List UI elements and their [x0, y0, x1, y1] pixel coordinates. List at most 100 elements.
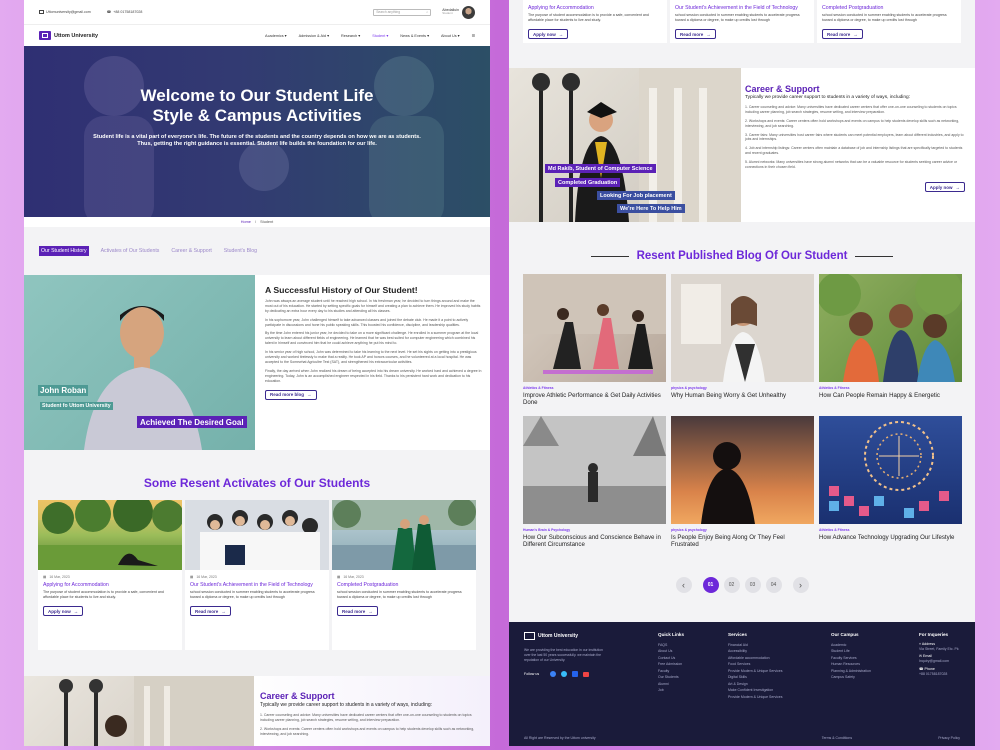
card-title: Applying for Accommodation: [43, 582, 109, 588]
terms-link[interactable]: Terms & Conditions: [822, 736, 852, 740]
history-paragraph: Finally, the day arrived when John reali…: [265, 368, 482, 383]
blog-post-title[interactable]: Why Human Being Worry & Get Unhealthy: [671, 392, 814, 399]
tab-career[interactable]: Career & Support: [171, 248, 211, 254]
blog-card[interactable]: Athletics & Fitness How Advance Technolo…: [819, 416, 962, 556]
divider-line: [855, 255, 894, 257]
email-value[interactable]: Inquiry@gmail.com: [919, 658, 971, 664]
read-more-blog-button[interactable]: Read more blog →: [265, 389, 317, 400]
blog-category: Human's Brain & Psychology: [523, 528, 571, 532]
activity-card[interactable]: ▦ 16 Mar, 2023 Our Student's Achievement …: [185, 500, 329, 650]
career-label-name: Md Rakib, Student of Computer Science: [545, 164, 656, 173]
pagination-next[interactable]: ›: [792, 577, 809, 593]
breadcrumb-home[interactable]: Home: [241, 220, 251, 224]
apply-now-button[interactable]: Apply now →: [43, 606, 84, 617]
history-title: A Successful History of Our Student!: [265, 285, 418, 295]
nav-item-student[interactable]: Student ▾: [372, 33, 388, 38]
campus-lamp-photo: [24, 676, 254, 746]
blog-card[interactable]: Human's Brain & Psychology How Our Subco…: [523, 416, 666, 556]
main-nav: Uttom University Academics ▾ Admission &…: [24, 24, 490, 46]
search-icon: ⌕: [426, 10, 429, 14]
park-reading-photo: [38, 500, 182, 570]
card-title: Our Student's Achievement in the Field o…: [190, 582, 313, 588]
privacy-link[interactable]: Privacy Policy: [938, 736, 960, 740]
activity-card[interactable]: ▦ 16 Mar, 2023 Applying for Accommodation…: [38, 500, 182, 650]
blog-card[interactable]: physics & psychology Why Human Being Wor…: [671, 274, 814, 406]
footer-heading: For Inqueries: [919, 632, 949, 637]
activity-card[interactable]: Our Student's Achievement in the Field o…: [670, 0, 814, 43]
phone-value[interactable]: +88 01758187028: [919, 671, 971, 677]
activity-card[interactable]: Applying for Accommodation The purpose o…: [523, 0, 667, 43]
john-roban-photo: John Roban Student fo Uttom University A…: [24, 275, 255, 450]
avatar[interactable]: [462, 5, 475, 19]
blog-post-title[interactable]: Is People Enjoy Being Along Or They Feel…: [671, 534, 814, 549]
page-button[interactable]: 02: [723, 577, 740, 593]
brand-name[interactable]: Uttom University: [54, 33, 98, 39]
mail-icon: [39, 10, 44, 14]
card-date: ▦ 16 Mar, 2023: [43, 575, 70, 579]
read-more-button[interactable]: Read more →: [190, 606, 231, 617]
blog-post-title[interactable]: How Advance Technology Upgrading Our Lif…: [819, 534, 962, 541]
left-page-panel: Uttomuniversity@gmail.com ☎ +88 01758187…: [24, 0, 490, 746]
footer-link[interactable]: Provide Modern & Unique Services: [728, 694, 818, 700]
university-logo-icon: [524, 632, 535, 640]
blog-card[interactable]: Athletics & Fitness How Can People Remai…: [819, 274, 962, 406]
career-apply-button[interactable]: Apply now →: [924, 182, 965, 193]
tab-student-history[interactable]: Our Student History: [39, 246, 89, 256]
blog-card[interactable]: physics & psychology Is People Enjoy Bei…: [671, 416, 814, 556]
facebook-icon[interactable]: [550, 671, 557, 678]
history-paragraph: John was always an average student until…: [265, 299, 481, 313]
arrow-right-icon: →: [368, 608, 373, 614]
arrow-right-icon: →: [955, 184, 961, 190]
page-button[interactable]: 03: [744, 577, 761, 593]
phone-icon: ☎: [106, 10, 112, 14]
read-more-button[interactable]: Read more →: [675, 29, 716, 40]
nav-item-academics[interactable]: Academics ▾: [265, 33, 287, 38]
tab-activities[interactable]: Activates of Our Students: [101, 248, 160, 254]
history-section: John Roban Student fo Uttom University A…: [24, 275, 490, 450]
nav-item-admission[interactable]: Admission & Aid ▾: [299, 33, 329, 38]
top-phone[interactable]: +88 01758187028: [113, 10, 142, 14]
read-more-button[interactable]: Read more →: [822, 29, 863, 40]
search-input[interactable]: Search anything ⌕: [373, 8, 432, 16]
nav-item-about[interactable]: About Us ▾: [441, 33, 460, 38]
blog-category: Athletics & Fitness: [819, 528, 850, 532]
arrow-right-icon: →: [853, 31, 858, 37]
activity-card[interactable]: ▦ 16 Mar, 2023 Completed Postgraduation s…: [332, 500, 476, 650]
blog-post-title[interactable]: How Can People Remain Happy & Energetic: [819, 392, 962, 399]
top-email[interactable]: Uttomuniversity@gmail.com: [46, 10, 91, 14]
calendar-icon: ▦: [190, 575, 194, 579]
read-more-button[interactable]: Read more →: [337, 606, 378, 617]
right-page-panel: Applying for Accommodation The purpose o…: [509, 0, 975, 746]
history-paragraph: In his senior year of high school, John …: [265, 350, 477, 364]
card-title: Our Student's Achievement in the Field o…: [675, 5, 798, 11]
twitter-icon[interactable]: [561, 671, 568, 678]
apply-now-button[interactable]: Apply now →: [528, 29, 569, 40]
student-role-label: Student fo Uttom University: [40, 402, 113, 410]
page-button-active[interactable]: 01: [702, 577, 719, 593]
tabs-bar: Our Student History Activates of Our Stu…: [24, 227, 490, 275]
career-label-graduation: Completed Graduation: [555, 178, 621, 187]
blog-section: Resent Published Blog Of Our Student Ath…: [509, 222, 975, 622]
nav-item-research[interactable]: Research ▾: [341, 33, 360, 38]
linkedin-icon[interactable]: [572, 671, 579, 678]
footer-link[interactable]: Job: [658, 687, 718, 693]
footer-link[interactable]: Campus Safety: [831, 674, 901, 680]
blog-post-title[interactable]: How Our Subconscious and Conscience Beha…: [523, 534, 666, 549]
blog-card[interactable]: Athletics & Fitness Improve Athletic Per…: [523, 274, 666, 406]
activities-section: Some Resent Activates of Our Students ▦ 1…: [24, 450, 490, 676]
nav-item-news[interactable]: News & Events ▾: [400, 33, 429, 38]
footer-brand[interactable]: Uttom University: [538, 633, 578, 639]
user-info: Abedalluin Student: [442, 8, 459, 16]
career-item-left: 2. Workshops and events: Career centers …: [260, 726, 475, 736]
tab-blog[interactable]: Student's Blog: [224, 248, 257, 254]
blog-post-title[interactable]: Improve Athletic Performance & Get Daily…: [523, 392, 666, 407]
career-section-left: Career & Support Typically we provide ca…: [24, 676, 490, 746]
career-item: 1. Career counseling and advice: Many un…: [745, 105, 957, 114]
youtube-icon[interactable]: [583, 671, 590, 677]
activity-card[interactable]: Completed Postgraduation school session …: [817, 0, 961, 43]
pagination-prev[interactable]: ‹: [675, 577, 692, 593]
page-button[interactable]: 04: [765, 577, 782, 593]
graduation-photo: [332, 500, 476, 570]
menu-icon[interactable]: ☰: [472, 33, 475, 38]
hero-title-line2: Style & Campus Activities: [152, 106, 362, 126]
